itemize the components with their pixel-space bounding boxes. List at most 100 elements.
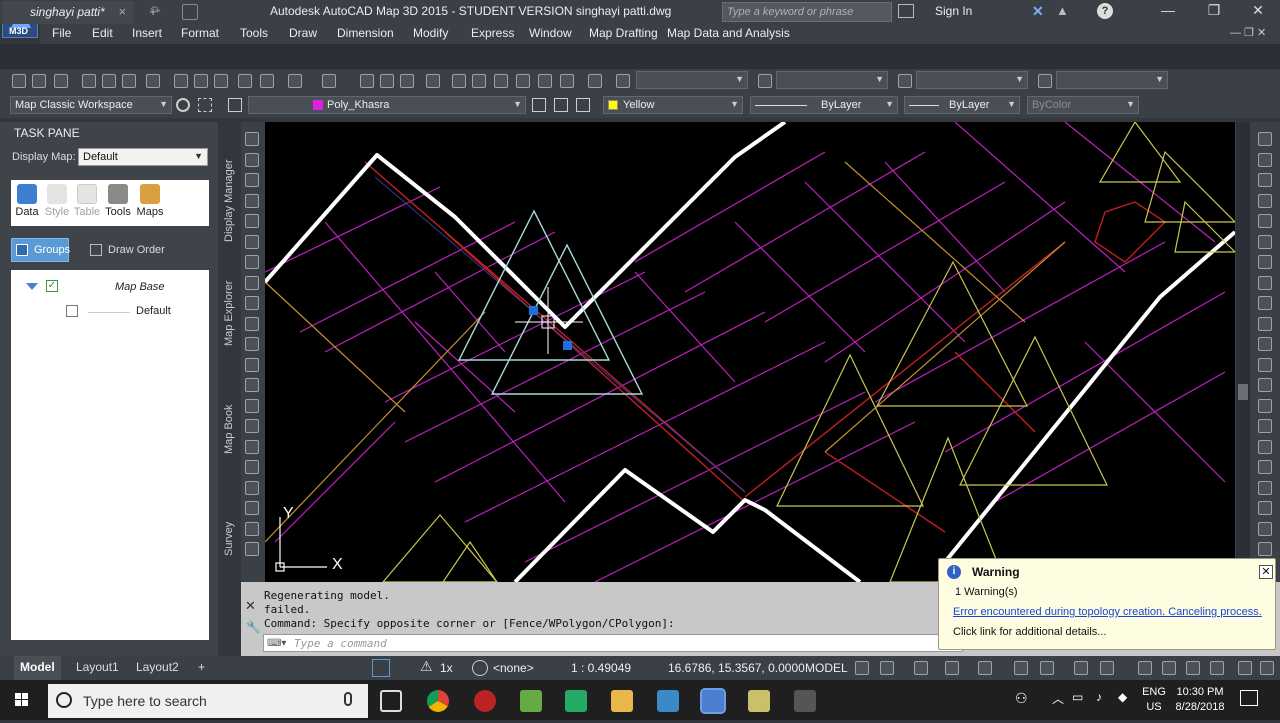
- standard-tool-icon[interactable]: [12, 74, 26, 88]
- gear-icon[interactable]: [176, 98, 190, 112]
- draw-tool-icon[interactable]: [245, 132, 259, 146]
- help-icon[interactable]: ?: [1097, 3, 1113, 19]
- tab-map-book[interactable]: Map Book: [223, 404, 235, 454]
- plot-icon[interactable]: [182, 4, 198, 20]
- clean-screen-icon[interactable]: [198, 98, 212, 112]
- standard-tool-icon[interactable]: [82, 74, 96, 88]
- modify-tool-icon[interactable]: [1258, 419, 1272, 433]
- modify-tool-icon[interactable]: [1258, 501, 1272, 515]
- draw-tool-icon[interactable]: [245, 460, 259, 474]
- display-map-select[interactable]: Default ▼: [78, 148, 208, 166]
- model-space-icon[interactable]: [372, 659, 390, 677]
- standard-tool-icon[interactable]: [400, 74, 414, 88]
- map-base-group[interactable]: Map Base: [115, 281, 165, 293]
- status-toggle-icon[interactable]: [1014, 661, 1028, 675]
- close-icon[interactable]: ✕: [1259, 565, 1273, 579]
- status-toggle-icon[interactable]: [880, 661, 894, 675]
- standard-tool-icon[interactable]: [472, 74, 486, 88]
- autocad-taskbar-icon[interactable]: [700, 688, 726, 714]
- modify-tool-icon[interactable]: [1258, 194, 1272, 208]
- status-toggle-icon[interactable]: [1100, 661, 1114, 675]
- status-toggle-icon[interactable]: [1186, 661, 1200, 675]
- annotation-scale-icon[interactable]: ⚠: [420, 658, 433, 675]
- standard-tool-icon[interactable]: [1038, 74, 1052, 88]
- modify-tool-icon[interactable]: [1258, 440, 1272, 454]
- modify-tool-icon[interactable]: [1258, 276, 1272, 290]
- menu-edit[interactable]: Edit: [92, 26, 113, 40]
- standard-tool-icon[interactable]: [494, 74, 508, 88]
- status-toggle-icon[interactable]: [1260, 661, 1274, 675]
- status-toggle-icon[interactable]: [1040, 661, 1054, 675]
- default-layer-item[interactable]: Default: [136, 305, 171, 317]
- lineweight-combo[interactable]: ByLayer ▼: [904, 96, 1020, 114]
- standard-tool-icon[interactable]: [32, 74, 46, 88]
- standard-tool-icon[interactable]: [898, 74, 912, 88]
- app-icon-blue[interactable]: [657, 690, 679, 712]
- tools-tool-button[interactable]: Tools: [102, 184, 134, 218]
- dimstyle-combo[interactable]: ▼: [776, 71, 888, 89]
- drawing-canvas[interactable]: Y X: [265, 122, 1235, 582]
- draw-tool-icon[interactable]: [245, 399, 259, 413]
- draw-order-tab[interactable]: Draw Order: [108, 244, 165, 256]
- standard-tool-icon[interactable]: [288, 74, 302, 88]
- standard-tool-icon[interactable]: [560, 74, 574, 88]
- draw-tool-icon[interactable]: [245, 173, 259, 187]
- standard-tool-icon[interactable]: [758, 74, 772, 88]
- menu-draw[interactable]: Draw: [289, 26, 317, 40]
- standard-tool-icon[interactable]: [102, 74, 116, 88]
- status-toggle-icon[interactable]: [1074, 661, 1088, 675]
- modify-tool-icon[interactable]: [1258, 399, 1272, 413]
- standard-tool-icon[interactable]: [426, 74, 440, 88]
- maps-tool-button[interactable]: Maps: [134, 184, 166, 218]
- layer-properties-icon[interactable]: [228, 98, 242, 112]
- layer-combo[interactable]: Poly_Khasra ▼: [248, 96, 526, 114]
- draw-tool-icon[interactable]: [245, 419, 259, 433]
- minimize-button[interactable]: —: [1154, 2, 1182, 22]
- modify-tool-icon[interactable]: [1258, 481, 1272, 495]
- layer-previous-icon[interactable]: [576, 98, 590, 112]
- action-center-icon[interactable]: [1240, 690, 1258, 706]
- app-icon-red[interactable]: [474, 690, 496, 712]
- volume-icon[interactable]: ♪: [1096, 690, 1102, 704]
- close-icon[interactable]: ×: [118, 4, 126, 19]
- map-scale[interactable]: 1 : 0.49049: [571, 661, 631, 675]
- status-toggle-icon[interactable]: [1162, 661, 1176, 675]
- default-layer-checkbox[interactable]: [66, 305, 78, 317]
- command-input[interactable]: Type a command: [263, 634, 963, 652]
- chrome-icon[interactable]: [427, 690, 449, 712]
- draw-tool-icon[interactable]: [245, 358, 259, 372]
- modify-tool-icon[interactable]: [1258, 132, 1272, 146]
- exchange-icon[interactable]: ✕: [1032, 3, 1044, 20]
- status-toggle-icon[interactable]: [1238, 661, 1252, 675]
- tab-display-manager[interactable]: Display Manager: [223, 159, 235, 242]
- status-toggle-icon[interactable]: [978, 661, 992, 675]
- menu-modify[interactable]: Modify: [413, 26, 448, 40]
- tab-layout1[interactable]: Layout1: [70, 656, 125, 680]
- tab-map-explorer[interactable]: Map Explorer: [223, 281, 235, 346]
- modify-tool-icon[interactable]: [1258, 460, 1272, 474]
- draw-tool-icon[interactable]: [245, 378, 259, 392]
- standard-tool-icon[interactable]: [260, 74, 274, 88]
- modify-tool-icon[interactable]: [1258, 542, 1272, 556]
- menu-format[interactable]: Format: [181, 26, 219, 40]
- standard-tool-icon[interactable]: [616, 74, 630, 88]
- network-icon[interactable]: ▭: [1072, 690, 1083, 704]
- restore-button[interactable]: ❐: [1200, 2, 1228, 22]
- modify-tool-icon[interactable]: [1258, 235, 1272, 249]
- scrollbar-thumb[interactable]: [1238, 384, 1248, 400]
- textstyle-combo[interactable]: ▼: [636, 71, 748, 89]
- color-combo[interactable]: Yellow ▼: [603, 96, 743, 114]
- draw-tool-icon[interactable]: [245, 214, 259, 228]
- modify-tool-icon[interactable]: [1258, 522, 1272, 536]
- menu-dimension[interactable]: Dimension: [337, 26, 394, 40]
- close-icon[interactable]: ✕: [245, 598, 256, 614]
- mleaderstyle-combo[interactable]: ▼: [1056, 71, 1168, 89]
- scale-factor[interactable]: 1x: [440, 661, 453, 675]
- taskbar-clock[interactable]: 10:30 PM 8/28/2018: [1170, 685, 1230, 715]
- draw-tool-icon[interactable]: [245, 235, 259, 249]
- language-indicator[interactable]: ENG US: [1140, 685, 1168, 715]
- modify-tool-icon[interactable]: [1258, 255, 1272, 269]
- tab-survey[interactable]: Survey: [223, 522, 235, 556]
- draw-tool-icon[interactable]: [245, 440, 259, 454]
- modify-tool-icon[interactable]: [1258, 337, 1272, 351]
